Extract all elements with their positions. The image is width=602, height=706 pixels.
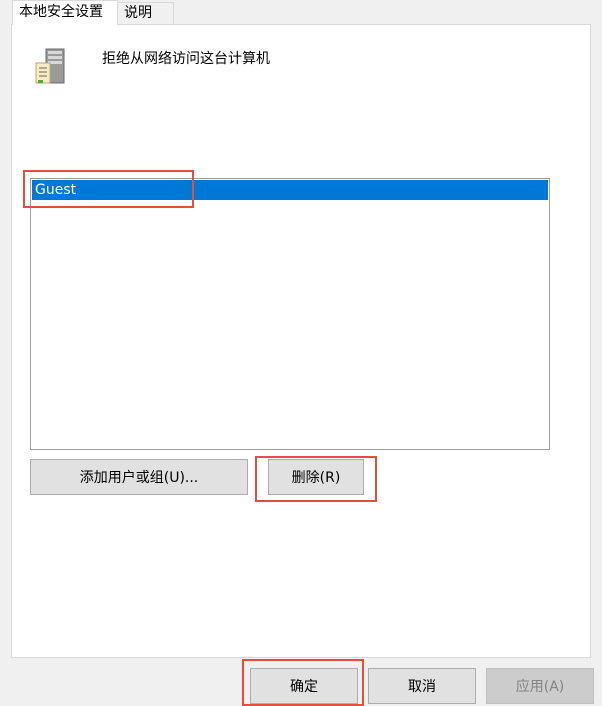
tab-label: 本地安全设置: [19, 4, 103, 20]
cancel-button[interactable]: 取消: [368, 668, 476, 704]
add-user-or-group-button[interactable]: 添加用户或组(U)...: [30, 459, 248, 495]
remove-button[interactable]: 删除(R): [268, 459, 364, 495]
list-item-guest[interactable]: Guest: [32, 180, 548, 200]
settings-panel: 拒绝从网络访问这台计算机 Guest 添加用户或组(U)... 删除(R): [11, 24, 591, 658]
server-icon: [32, 47, 72, 87]
tab-label: 说明: [124, 5, 152, 21]
apply-button[interactable]: 应用(A): [486, 668, 594, 704]
tab-local-security-setting[interactable]: 本地安全设置: [12, 0, 118, 25]
tab-strip: 本地安全设置 说明: [0, 0, 602, 25]
user-listbox[interactable]: Guest: [30, 178, 550, 450]
policy-title: 拒绝从网络访问这台计算机: [102, 51, 270, 67]
tab-explain[interactable]: 说明: [118, 2, 174, 24]
ok-button[interactable]: 确定: [250, 668, 358, 704]
